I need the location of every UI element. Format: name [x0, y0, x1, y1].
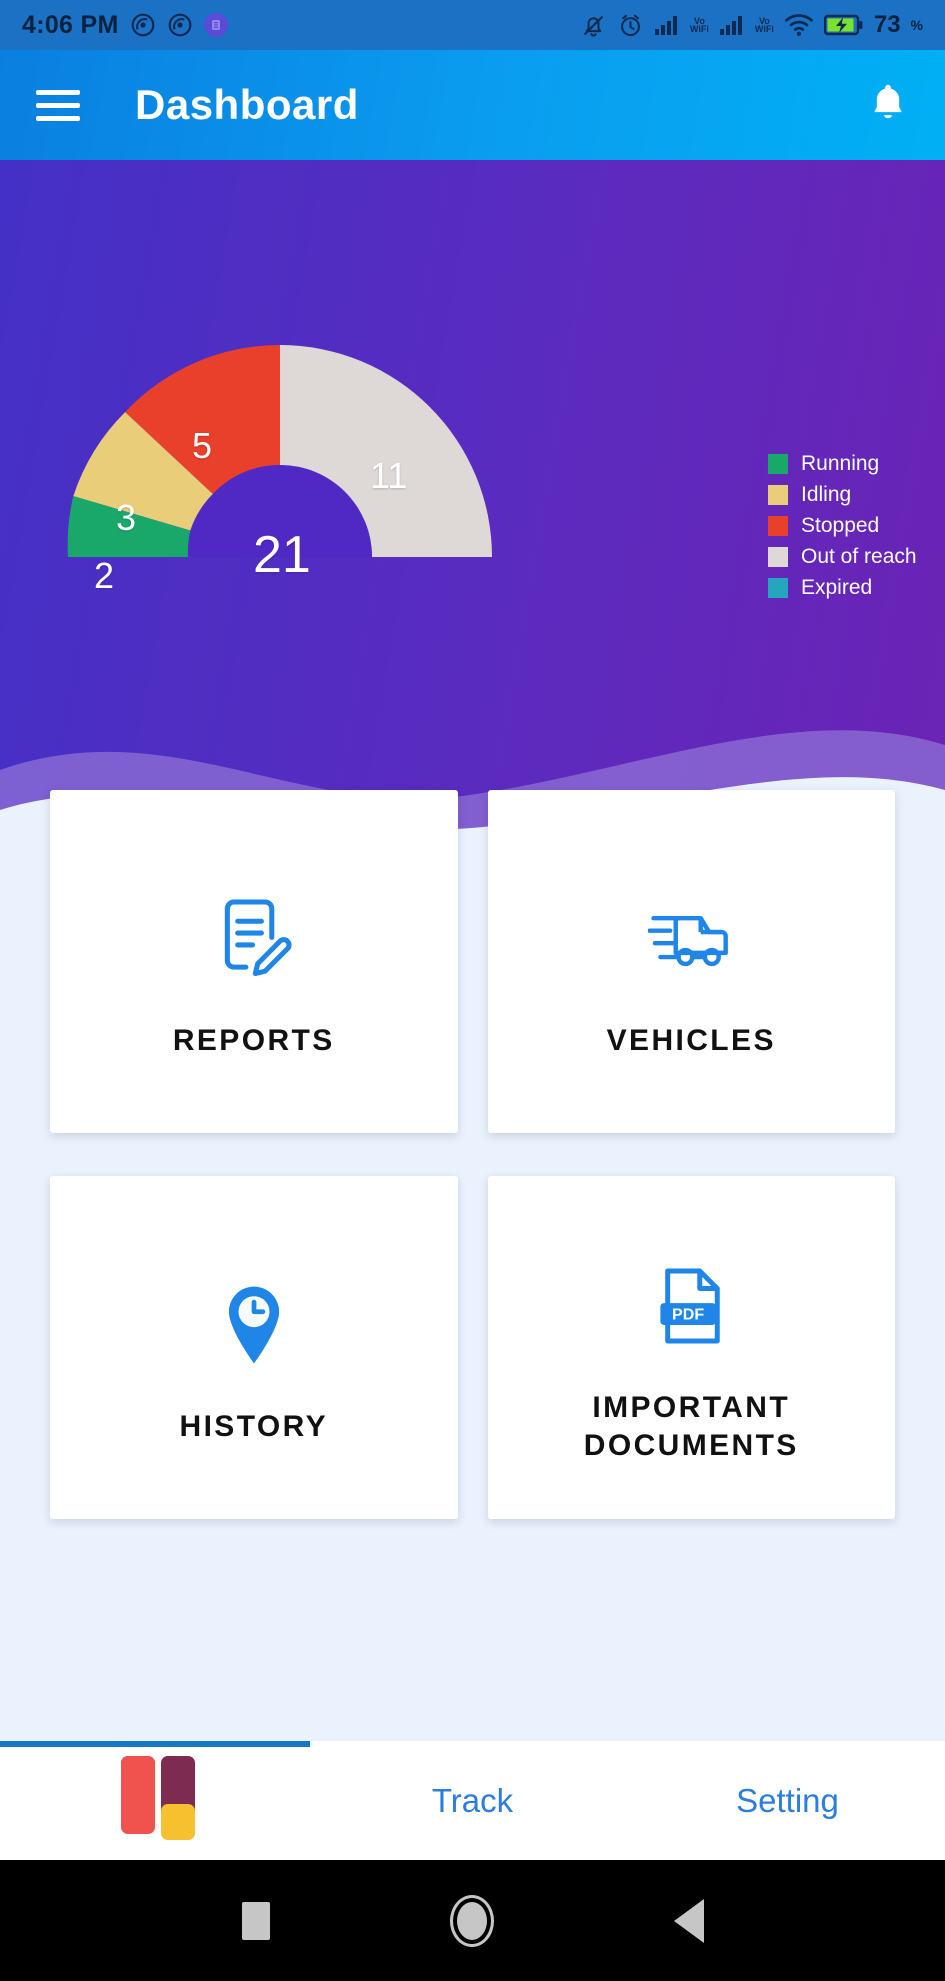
- home-inner-dot: [456, 1901, 487, 1940]
- signal-bars-icon: [655, 16, 677, 35]
- square-recents-icon[interactable]: [241, 1901, 270, 1940]
- bottom-navigation: Track Setting: [0, 1741, 945, 1860]
- legend-item-expired: Expired: [768, 576, 917, 600]
- do-not-disturb-icon: [131, 13, 154, 37]
- card-label-line-2: DOCUMENTS: [583, 1428, 799, 1462]
- percent-symbol: %: [910, 17, 923, 33]
- dashboard-cards: REPORTS VEHICLES HISTORY PDF IMPORTANT D…: [0, 790, 945, 1562]
- vowifi-icon: Vo WiFi: [690, 17, 709, 34]
- do-not-disturb-icon-2: [168, 13, 191, 37]
- legend-item-idling: Idling: [768, 483, 917, 507]
- hamburger-line: [36, 89, 80, 95]
- card-label-line-1: IMPORTANT: [592, 1391, 791, 1424]
- logo-block-yellow: [160, 1803, 195, 1840]
- card-label-reports: REPORTS: [172, 1023, 335, 1057]
- legend-item-running: Running: [768, 452, 917, 476]
- status-bar-right: Vo WiFi Vo WiFi 73 %: [580, 11, 923, 39]
- bell-icon[interactable]: [867, 81, 909, 130]
- gauge-value-idling: 3: [116, 497, 137, 538]
- legend-label-out-of-reach: Out of reach: [801, 545, 917, 568]
- legend-label-idling: Idling: [801, 483, 852, 506]
- android-system-nav: [0, 1860, 945, 1981]
- document-edit-icon: [215, 864, 293, 1014]
- vowifi-line-2: WiFi: [690, 24, 709, 34]
- legend-swatch-out-of-reach: [768, 547, 788, 567]
- phone-screen: 4:06 PM Vo WiFi Vo WiFi 73 % Dashboard 1…: [0, 0, 945, 1981]
- battery-charging-icon: [823, 14, 863, 36]
- gauge-total-value: 21: [253, 526, 311, 584]
- card-label-important-documents: IMPORTANT DOCUMENTS: [584, 1389, 799, 1464]
- legend-swatch-idling: [768, 485, 788, 505]
- legend-label-expired: Expired: [801, 576, 873, 599]
- app-notification-badge-icon: [203, 13, 228, 37]
- legend-label-stopped: Stopped: [801, 514, 880, 537]
- logo-grid: [120, 1755, 195, 1846]
- gauge-value-running: 2: [94, 555, 115, 596]
- status-bar-left: 4:06 PM: [22, 11, 228, 40]
- bell-muted-icon: [583, 15, 604, 37]
- signal-bars-icon-2: [719, 16, 742, 35]
- gauge-value-stopped: 5: [192, 425, 213, 466]
- card-row-1: REPORTS VEHICLES: [50, 790, 895, 1133]
- logo-block-red: [120, 1755, 155, 1834]
- legend-label-running: Running: [801, 452, 880, 475]
- status-time: 4:06 PM: [22, 10, 119, 39]
- triangle-back-icon[interactable]: [673, 1898, 704, 1943]
- card-vehicles[interactable]: VEHICLES: [487, 790, 895, 1133]
- nav-item-setting[interactable]: Setting: [630, 1782, 945, 1820]
- card-reports[interactable]: REPORTS: [50, 790, 458, 1133]
- legend-item-stopped: Stopped: [768, 514, 917, 538]
- nav-active-indicator: [0, 1741, 310, 1747]
- hamburger-menu-icon[interactable]: [36, 89, 80, 121]
- vowifi-icon-2: Vo WiFi: [754, 17, 774, 34]
- gauge-value-out-of-reach: 11: [370, 455, 408, 496]
- truck-icon: [648, 864, 734, 1014]
- app-blocks-logo-icon[interactable]: [0, 1755, 315, 1846]
- hamburger-line: [36, 115, 80, 121]
- app-bar: Dashboard: [0, 50, 945, 160]
- pdf-file-icon: PDF: [656, 1231, 726, 1381]
- card-label-history: HISTORY: [179, 1409, 328, 1443]
- status-bar: 4:06 PM Vo WiFi Vo WiFi 73 %: [0, 0, 945, 50]
- hamburger-line: [36, 102, 80, 108]
- svg-text:PDF: PDF: [672, 1306, 704, 1324]
- legend-swatch-stopped: [768, 516, 788, 536]
- gauge-legend: Running Idling Stopped Out of reach Expi…: [768, 452, 917, 600]
- card-label-vehicles: VEHICLES: [606, 1023, 776, 1057]
- card-history[interactable]: HISTORY: [50, 1176, 458, 1519]
- page-title: Dashboard: [135, 81, 359, 128]
- alarm-clock-icon: [621, 14, 640, 36]
- card-important-documents[interactable]: PDF IMPORTANT DOCUMENTS: [487, 1176, 895, 1519]
- circle-home-icon[interactable]: [449, 1894, 494, 1947]
- nav-item-track[interactable]: Track: [315, 1782, 630, 1820]
- card-row-2: HISTORY PDF IMPORTANT DOCUMENTS: [50, 1176, 895, 1519]
- legend-swatch-expired: [768, 578, 788, 598]
- legend-swatch-running: [768, 454, 788, 474]
- vowifi2-line-2: WiFi: [754, 24, 774, 34]
- battery-percent: 73: [873, 11, 901, 38]
- map-pin-clock-icon: [223, 1250, 285, 1400]
- wifi-icon: [784, 14, 813, 36]
- legend-item-out-of-reach: Out of reach: [768, 545, 917, 569]
